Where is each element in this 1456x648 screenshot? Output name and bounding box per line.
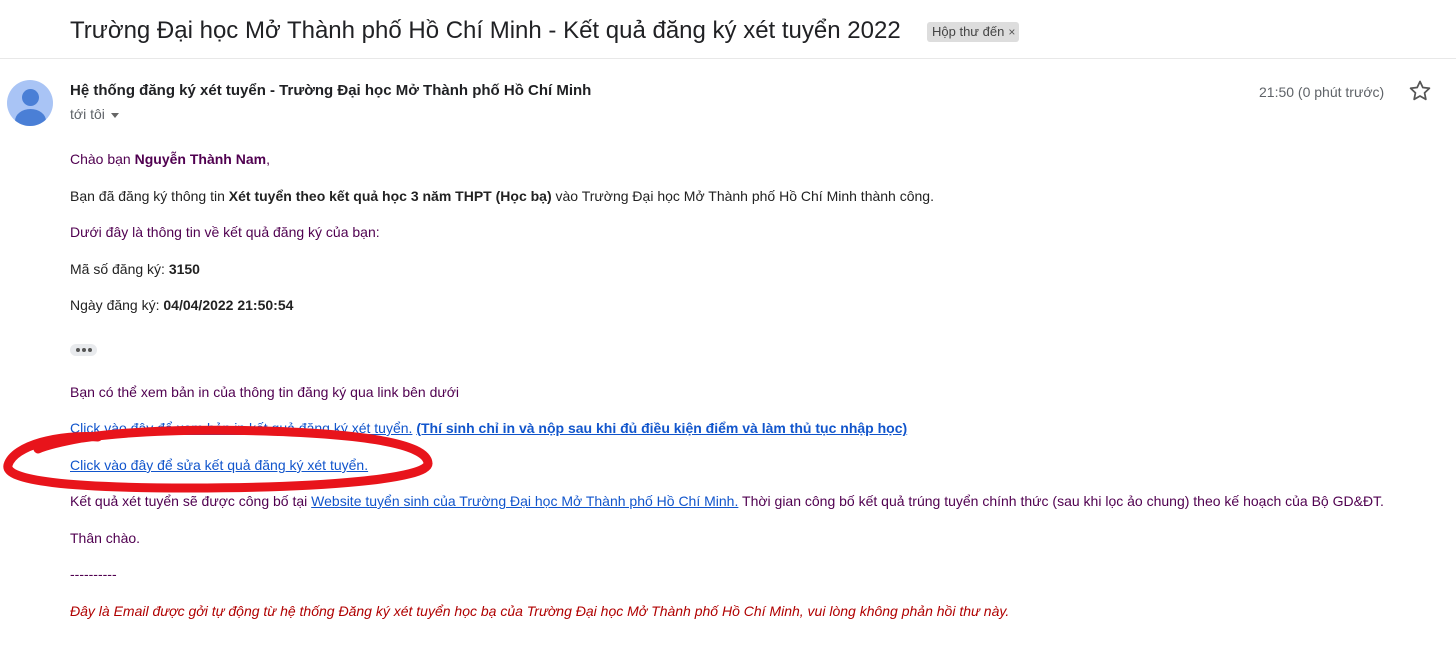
inbox-label-chip[interactable]: Hộp thư đến × (927, 22, 1020, 42)
person-avatar-icon[interactable] (7, 80, 53, 126)
registration-date-label: Ngày đăng ký: (70, 297, 164, 313)
admission-website-link[interactable]: Website tuyển sinh của Trường Đại học Mở… (311, 493, 738, 509)
info-intro: Dưới đây là thông tin về kết quả đăng ký… (70, 224, 380, 240)
announcement-prefix: Kết quả xét tuyển sẽ được công bố tại (70, 493, 312, 509)
print-intro: Bạn có thể xem bản in của thông tin đăng… (70, 384, 460, 400)
registration-code-value: 3150 (168, 261, 200, 277)
registration-code-line: Mã số đăng ký: 3150 (70, 261, 200, 277)
greeting-line: Chào bạn Nguyễn Thành Nam, (70, 151, 270, 167)
email-subject: Trường Đại học Mở Thành phố Hồ Chí Minh … (70, 17, 901, 44)
print-result-note-link[interactable]: (Thí sinh chỉ in và nộp sau khi đủ điều … (416, 420, 907, 436)
registration-date-line: Ngày đăng ký: 04/04/2022 21:50:54 (70, 297, 293, 313)
ellipsis-dot (76, 348, 80, 352)
recipient-name: Nguyễn Thành Nam (134, 151, 267, 167)
ellipsis-icon[interactable] (70, 344, 97, 356)
greeting-suffix: , (266, 151, 270, 167)
remove-label-icon[interactable]: × (1008, 25, 1015, 39)
edit-link-line: Click vào đây để sửa kết quả đăng ký xét… (70, 457, 368, 473)
auto-email-footer: Đây là Email được gởi tự động từ hệ thốn… (70, 603, 1010, 619)
avatar-body (15, 109, 46, 126)
ellipsis-dot (82, 348, 86, 352)
inbox-label-text: Hộp thư đến (932, 24, 1005, 39)
signature-divider: ---------- (70, 566, 117, 582)
confirmation-suffix: vào Trường Đại học Mở Thành phố Hồ Chí M… (551, 188, 934, 204)
announcement-suffix: Thời gian công bố kết quả trúng tuyển ch… (738, 493, 1384, 509)
admission-method: Xét tuyển theo kết quả học 3 năm THPT (H… (228, 188, 552, 204)
edit-result-link[interactable]: Click vào đây để sửa kết quả đăng ký xét… (70, 457, 368, 473)
recipient-details-toggle[interactable]: tới tôi (70, 106, 119, 122)
registration-confirmation: Bạn đã đăng ký thông tin Xét tuyển theo … (70, 188, 934, 204)
print-link-line: Click vào đây để xem bản in kết quả đăng… (70, 420, 907, 436)
ellipsis-dot (88, 348, 92, 352)
closing-text: Thân chào. (70, 530, 141, 546)
registration-code-label: Mã số đăng ký: (70, 261, 169, 277)
avatar-head (22, 89, 39, 106)
registration-date-value: 04/04/2022 21:50:54 (163, 297, 294, 313)
greeting-prefix: Chào bạn (70, 151, 135, 167)
subject-bar: Trường Đại học Mở Thành phố Hồ Chí Minh … (0, 0, 1456, 59)
email-timestamp: 21:50 (0 phút trước) (1259, 84, 1385, 100)
chevron-down-icon[interactable] (110, 112, 119, 118)
announcement-line: Kết quả xét tuyển sẽ được công bố tại We… (70, 493, 1384, 509)
star-outline-icon[interactable] (1407, 78, 1433, 104)
confirmation-prefix: Bạn đã đăng ký thông tin (70, 188, 229, 204)
sender-name[interactable]: Hệ thống đăng ký xét tuyển - Trường Đại … (70, 82, 591, 99)
print-result-link[interactable]: Click vào đây để xem bản in kết quả đăng… (70, 420, 412, 436)
recipient-text: tới tôi (70, 106, 105, 122)
